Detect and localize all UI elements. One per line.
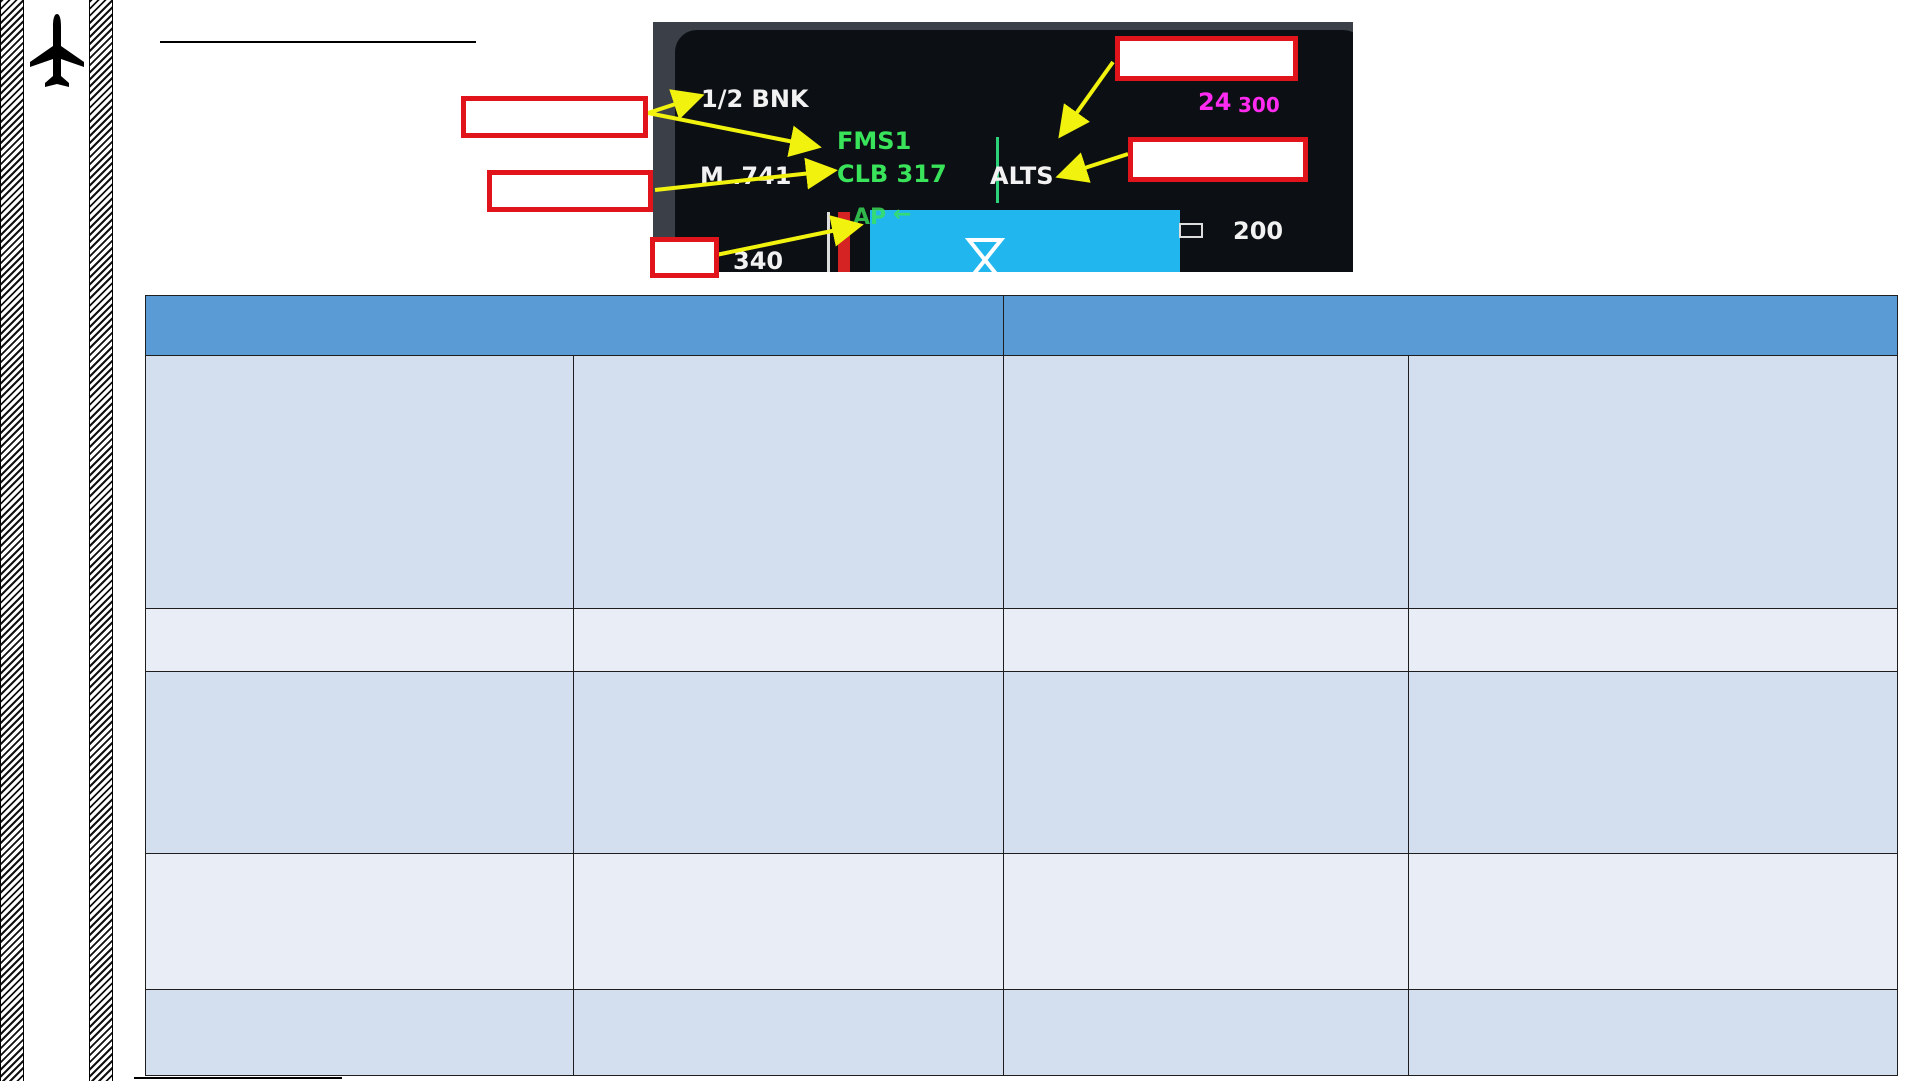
table-cell <box>1408 355 1898 609</box>
table-cell <box>1003 355 1409 609</box>
bank-mode-text: 1/2 BNK <box>701 85 809 113</box>
vertical-mode-text: CLB 317 <box>837 160 947 188</box>
speed-tape <box>827 212 830 272</box>
table-cell <box>1408 607 1898 672</box>
altitude-value-text: 200 <box>1233 217 1284 245</box>
table-row <box>145 853 1898 990</box>
aircraft-symbol-icon <box>964 238 1006 272</box>
table-row <box>145 607 1898 672</box>
table-cell <box>1408 988 1898 1077</box>
table-cell <box>1003 607 1409 672</box>
table-cell <box>573 853 1004 990</box>
title-underline <box>160 41 476 43</box>
table-row <box>145 355 1898 609</box>
altitude-select-thousands: 24 <box>1198 88 1232 116</box>
lateral-mode-text: FMS1 <box>837 127 912 155</box>
altitude-select-hundreds: 300 <box>1238 93 1280 117</box>
armed-altitude-text: ALTS <box>990 162 1054 190</box>
table-header-right <box>1003 294 1898 357</box>
table-cell <box>1408 670 1898 855</box>
table-cell <box>145 988 574 1077</box>
table-cell <box>573 607 1004 672</box>
table-cell <box>1408 853 1898 990</box>
callout-box-bank <box>461 96 648 138</box>
table-cell <box>1003 853 1409 990</box>
attitude-sky <box>870 210 1180 272</box>
callout-box-alts <box>1128 137 1308 182</box>
altitude-bug-icon <box>1179 223 1203 238</box>
table-cell <box>573 355 1004 609</box>
callout-box-vertical <box>487 170 653 212</box>
table-cell <box>1003 988 1409 1077</box>
table-cell <box>573 670 1004 855</box>
table-row <box>145 988 1898 1077</box>
callout-box-ap <box>650 237 719 278</box>
speed-tape-overspeed <box>838 212 850 272</box>
table-cell <box>1003 670 1409 855</box>
table-cell <box>145 853 574 990</box>
table-row <box>145 670 1898 855</box>
callout-box-alt-select <box>1115 36 1298 81</box>
mode-table <box>145 294 1898 1077</box>
right-hatched-border <box>89 0 113 1081</box>
footer-rule <box>134 1077 342 1079</box>
autopilot-arrow-icon: ← <box>893 202 912 227</box>
autopilot-annunciator: AP <box>853 205 887 230</box>
table-cell <box>145 607 574 672</box>
table-cell <box>145 355 574 609</box>
left-hatched-border <box>0 0 24 1081</box>
mach-text: M .741 <box>700 162 792 190</box>
table-cell <box>573 988 1004 1077</box>
speed-value-text: 340 <box>733 247 784 272</box>
airplane-icon <box>30 14 84 87</box>
table-header-left <box>145 294 1004 357</box>
table-cell <box>145 670 574 855</box>
